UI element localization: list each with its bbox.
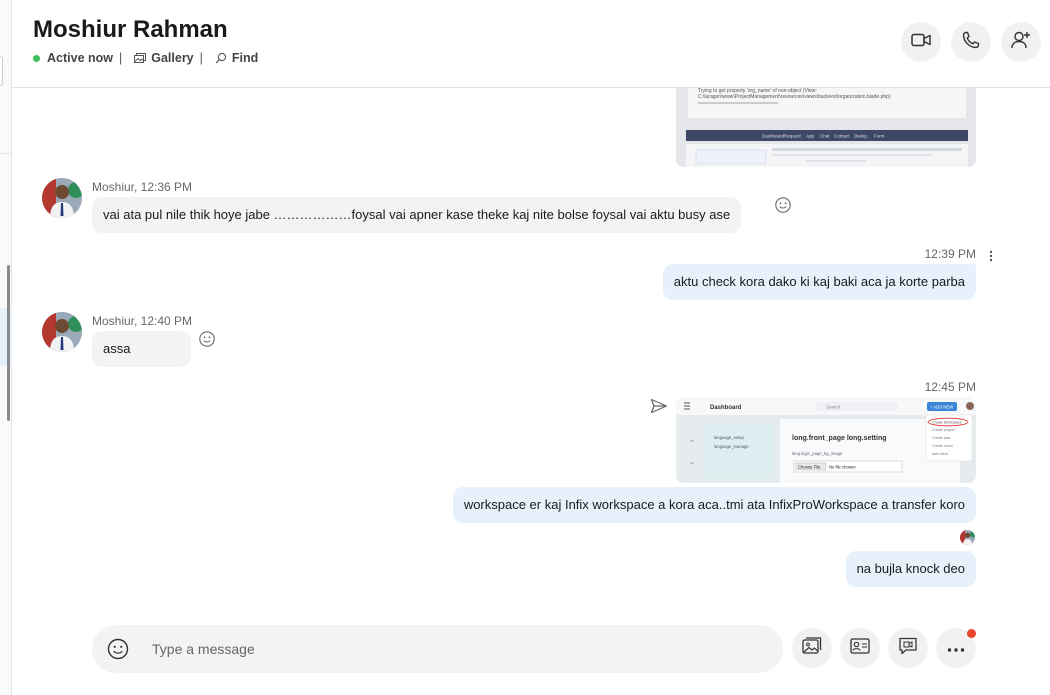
message-composer — [92, 625, 783, 673]
image-gallery-icon — [802, 636, 822, 660]
thumb-no-file: No file chosen — [829, 465, 856, 470]
chat-window: Moshiur Rahman Active now | Gallery | Fi… — [0, 0, 1050, 695]
contact-subline: Active now | Gallery | Find — [33, 51, 258, 65]
thumb-dropdown-item: Create event — [932, 444, 953, 448]
sent-status-icon — [650, 398, 668, 414]
avatar-photo — [42, 312, 82, 352]
sidebar-collapse-handle[interactable] — [0, 56, 3, 86]
more-options-icon[interactable] — [983, 248, 999, 264]
thumb-subheading: lang.login_page_bg_image — [792, 451, 843, 456]
message-sender-time: Moshiur, 12:40 PM — [92, 314, 193, 328]
gallery-link[interactable]: Gallery — [151, 51, 193, 65]
chat-header: Moshiur Rahman Active now | Gallery | Fi… — [12, 0, 1050, 88]
avatar[interactable] — [42, 178, 82, 218]
image-attachment[interactable]: Dashboard Search + ADD NEW language_setu… — [676, 397, 976, 483]
thumb-menu-item: language_manage — [714, 444, 749, 449]
search-icon[interactable] — [214, 51, 228, 65]
video-call-button[interactable] — [901, 22, 941, 62]
gallery-icon[interactable] — [133, 51, 147, 65]
nav-item: Dashboard — [762, 134, 785, 139]
error-line-2: C:\laragon\www\ProjectManagement\resourc… — [698, 94, 891, 100]
find-link[interactable]: Find — [232, 51, 258, 65]
online-status-dot — [33, 54, 40, 62]
screenshot-thumbnail: Dashboard Search + ADD NEW language_setu… — [676, 397, 976, 483]
add-person-icon — [1011, 31, 1031, 54]
video-message-button[interactable] — [888, 628, 928, 668]
contact-name[interactable]: Moshiur Rahman — [33, 16, 228, 44]
sidebar-scrollbar[interactable] — [7, 265, 10, 421]
separator: | — [119, 51, 123, 65]
incoming-message[interactable]: assa — [92, 331, 191, 367]
add-participant-button[interactable] — [1001, 22, 1041, 62]
message-sender-time: Moshiur, 12:36 PM — [92, 180, 193, 194]
phone-icon — [962, 31, 980, 54]
video-message-icon — [898, 637, 918, 660]
emoji-reaction-icon[interactable] — [774, 196, 792, 214]
image-attachment[interactable]: Trying to get property 'org_name' of non… — [676, 88, 976, 167]
send-contact-button[interactable] — [840, 628, 880, 668]
emoji-picker-icon[interactable] — [107, 638, 129, 665]
thumb-dropdown-item: Create task — [932, 436, 951, 440]
notification-badge — [967, 629, 976, 638]
thumb-menu-item: language_setup — [714, 435, 744, 440]
sidebar-divider — [0, 153, 12, 154]
message-time: 12:39 PM — [924, 247, 976, 261]
nav-item: Dialog — [854, 134, 867, 139]
thumb-add-new: + ADD NEW — [930, 405, 953, 410]
send-media-button[interactable] — [792, 628, 832, 668]
message-list[interactable]: Trying to get property 'org_name' of non… — [12, 88, 1050, 608]
thumb-dropdown-item: Create project — [932, 428, 955, 432]
incoming-message[interactable]: vai ata pul nile thik hoye jabe ………………fo… — [92, 197, 742, 233]
audio-call-button[interactable] — [951, 22, 991, 62]
outgoing-message[interactable]: workspace er kaj Infix workspace a kora … — [452, 487, 976, 523]
ellipsis-icon — [947, 639, 965, 657]
emoji-reaction-icon[interactable] — [198, 330, 216, 348]
message-input[interactable] — [152, 637, 752, 661]
thumb-search: Search — [826, 405, 841, 410]
avatar-photo — [42, 178, 82, 218]
nav-item: App — [806, 134, 815, 139]
nav-item: Contact — [834, 134, 850, 139]
thumb-choose-file: Choose File — [798, 465, 821, 470]
nav-item: Form — [874, 134, 885, 139]
video-camera-icon — [911, 33, 931, 52]
thumb-dashboard-title: Dashboard — [710, 405, 742, 411]
separator: | — [199, 51, 203, 65]
screenshot-thumbnail: Trying to get property 'org_name' of non… — [676, 88, 976, 167]
contact-card-icon — [850, 637, 870, 659]
avatar[interactable] — [42, 312, 82, 352]
nav-item: Chat — [820, 134, 830, 139]
read-receipt-avatar — [960, 530, 975, 545]
message-time: 12:45 PM — [924, 380, 976, 394]
status-text: Active now — [47, 51, 113, 65]
sidebar-edge — [0, 0, 12, 695]
thumb-dropdown-item: Add client — [932, 452, 948, 456]
outgoing-message[interactable]: aktu check kora dako ki kaj baki aca ja … — [662, 264, 976, 300]
outgoing-message[interactable]: na bujla knock deo — [845, 551, 976, 587]
nav-item: Request — [784, 134, 802, 139]
thumb-heading: long.front_page long.setting — [792, 435, 887, 442]
thumb-dropdown-item: Create Workspace — [932, 421, 962, 425]
sidebar-selected-item[interactable] — [0, 308, 12, 366]
